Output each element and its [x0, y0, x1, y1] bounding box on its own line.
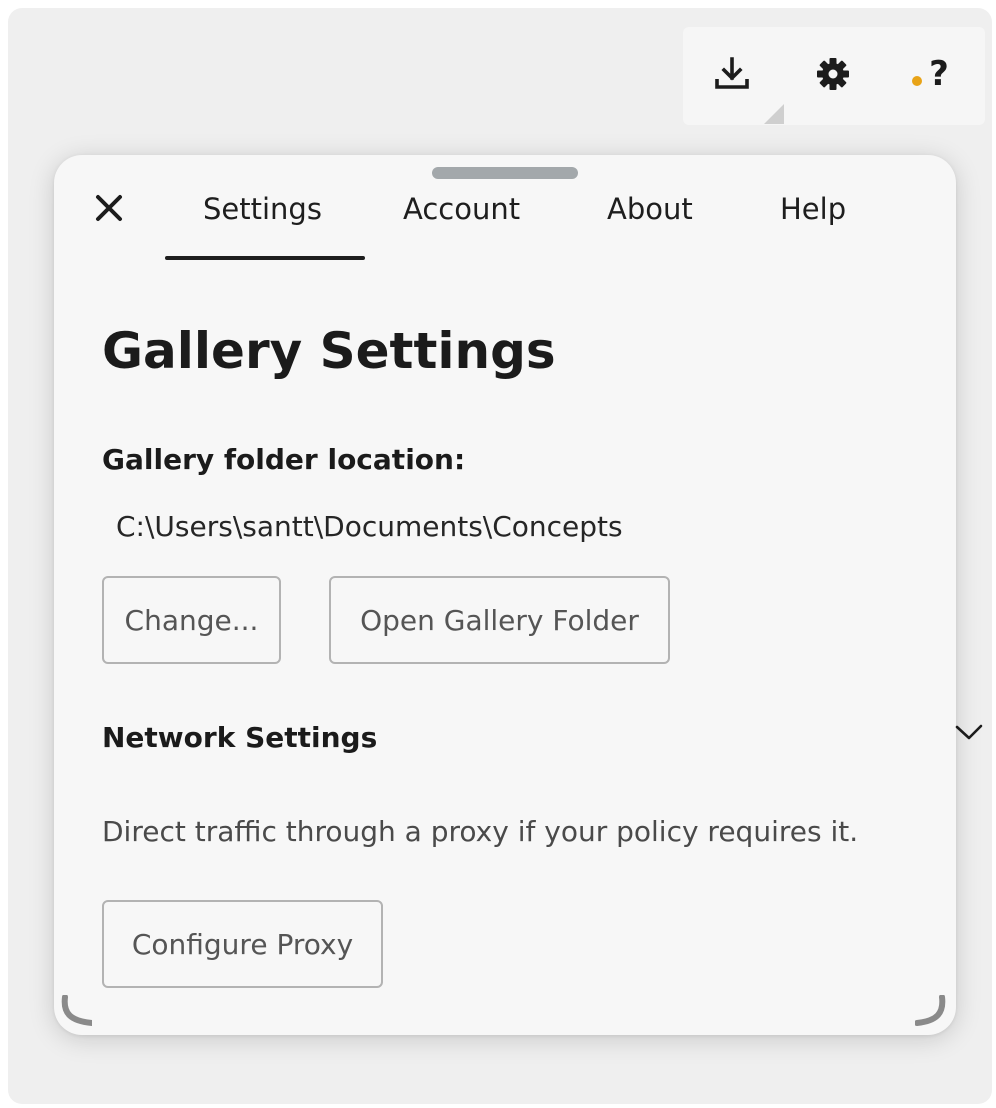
- close-button[interactable]: [86, 185, 132, 231]
- tab-settings[interactable]: Settings: [203, 187, 322, 231]
- resize-corner-left[interactable]: [58, 995, 92, 1029]
- toolbar-resize-grip: [764, 104, 784, 124]
- settings-button[interactable]: [804, 45, 862, 103]
- open-gallery-folder-button[interactable]: Open Gallery Folder: [329, 576, 670, 664]
- top-toolbar: ?: [683, 27, 985, 125]
- active-tab-indicator: [165, 256, 365, 260]
- help-button[interactable]: ?: [906, 45, 964, 103]
- close-icon: [96, 195, 122, 221]
- gallery-folder-label: Gallery folder location:: [102, 443, 466, 476]
- chevron-down-icon[interactable]: [954, 722, 984, 742]
- settings-panel: Settings Account About Help Gallery Sett…: [54, 155, 956, 1035]
- help-icon: ?: [929, 54, 949, 94]
- download-button[interactable]: [703, 45, 761, 103]
- tab-account[interactable]: Account: [403, 187, 520, 231]
- notification-dot: [912, 76, 922, 86]
- download-icon: [715, 57, 749, 89]
- configure-proxy-button[interactable]: Configure Proxy: [102, 900, 383, 988]
- change-folder-button[interactable]: Change...: [102, 576, 281, 664]
- tab-about[interactable]: About: [607, 187, 693, 231]
- page-title: Gallery Settings: [102, 322, 556, 380]
- drag-handle[interactable]: [432, 167, 578, 179]
- resize-corner-right[interactable]: [915, 995, 949, 1029]
- gear-icon: [817, 58, 849, 90]
- tab-help[interactable]: Help: [780, 187, 846, 231]
- gallery-folder-path: C:\Users\santt\Documents\Concepts: [116, 510, 623, 543]
- network-description: Direct traffic through a proxy if your p…: [102, 815, 859, 848]
- network-settings-label: Network Settings: [102, 721, 378, 754]
